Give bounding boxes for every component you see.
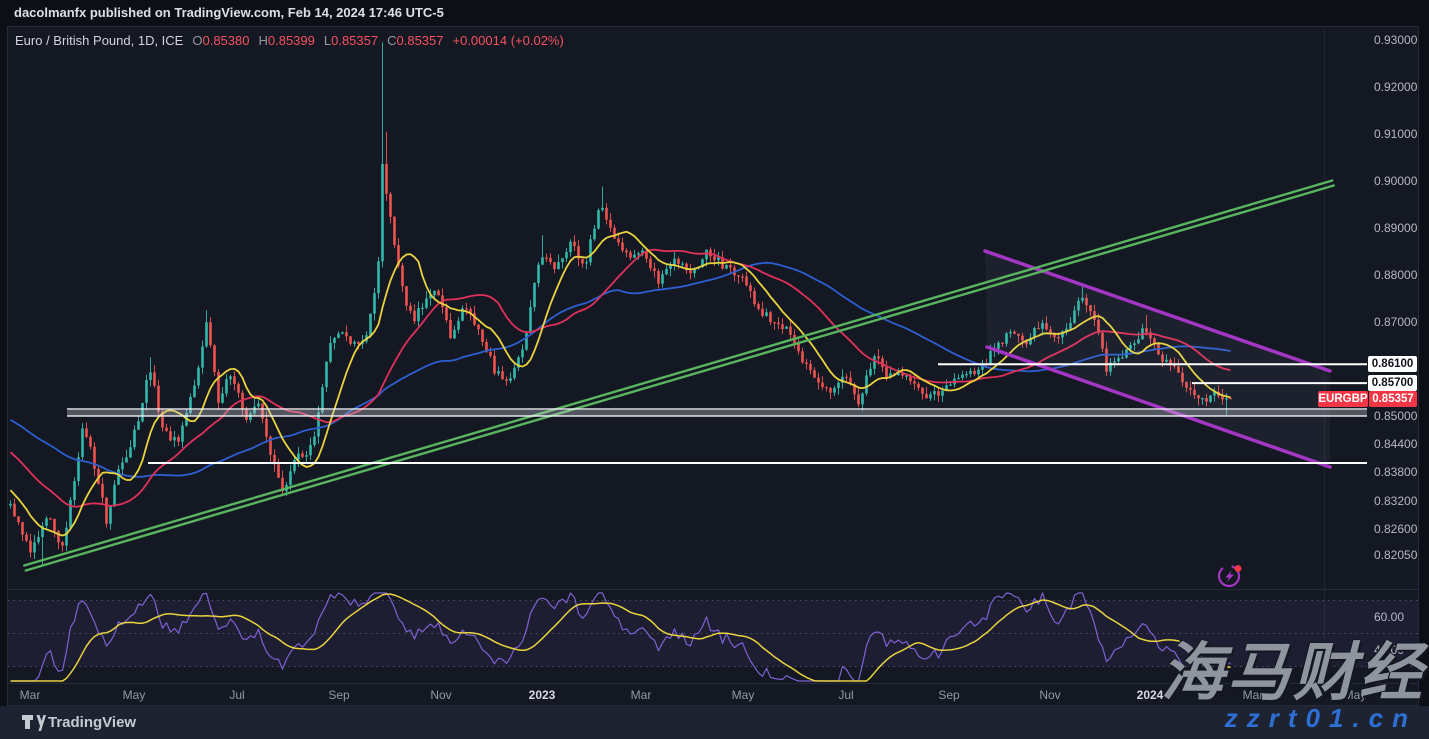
time-tick-label: Sep <box>328 688 349 702</box>
ohlc-label: C <box>387 33 396 48</box>
ohlc-label: H <box>258 33 267 48</box>
time-tick-label: Mar <box>631 688 652 702</box>
price-tick-label: 0.82600 <box>1374 522 1417 536</box>
time-tick-label: Mar <box>20 688 41 702</box>
ohlc-values: O0.85380H0.85399L0.85357C0.85357 <box>183 33 443 48</box>
time-tick-label: May <box>732 688 755 702</box>
price-tick-label: 0.82050 <box>1374 548 1417 562</box>
ohlc-value: 0.85357 <box>397 33 444 48</box>
time-tick-label: 2024 <box>1137 688 1164 702</box>
watermark-chinese: 海马财经 <box>1161 622 1425 713</box>
chart-legend: Euro / British Pound, 1D, ICEO0.85380H0.… <box>15 33 564 48</box>
time-tick-label: Jul <box>229 688 244 702</box>
price-tick-label: 0.88000 <box>1374 268 1417 282</box>
time-tick-label: Sep <box>938 688 959 702</box>
ohlc-value: 0.85380 <box>202 33 249 48</box>
price-tick-label: 0.90000 <box>1374 174 1417 188</box>
symbol-title: Euro / British Pound, 1D, ICE <box>15 33 183 48</box>
price-tick-label: 0.83200 <box>1374 494 1417 508</box>
watermark-url[interactable]: zzrt01.cn <box>1225 703 1417 734</box>
ohlc-label: O <box>192 33 202 48</box>
price-tick-label: 0.84400 <box>1374 437 1417 451</box>
time-tick-label: Jul <box>838 688 853 702</box>
time-tick-label: Nov <box>1039 688 1060 702</box>
time-tick-label: May <box>123 688 146 702</box>
price-tick-label: 0.85000 <box>1374 409 1417 423</box>
ohlc-value: 0.85357 <box>331 33 378 48</box>
time-tick-label: 2023 <box>529 688 556 702</box>
price-tick-label: 0.93000 <box>1374 33 1417 47</box>
tradingview-published-chart: dacolmanfx published on TradingView.com,… <box>0 0 1429 739</box>
time-tick-label: Nov <box>430 688 451 702</box>
price-tick-label: 0.87000 <box>1374 315 1417 329</box>
symbol-ticker-badge: EURGBP <box>1318 391 1368 407</box>
tradingview-brand[interactable]: TradingView <box>48 714 136 731</box>
last-price-badge: 0.85357 <box>1369 391 1417 407</box>
ohlc-value: 0.85399 <box>268 33 315 48</box>
change-value: +0.00014 (+0.02%) <box>453 33 564 48</box>
tradingview-logo-icon[interactable] <box>22 715 46 736</box>
price-tick-label: 0.92000 <box>1374 80 1417 94</box>
price-level-badge-2: 0.85700 <box>1368 375 1417 391</box>
price-tick-label: 0.91000 <box>1374 127 1417 141</box>
price-tick-label: 0.89000 <box>1374 221 1417 235</box>
flash-idea-icon[interactable] <box>1216 562 1244 590</box>
price-tick-label: 0.83800 <box>1374 465 1417 479</box>
price-level-badge-1: 0.86100 <box>1368 356 1417 372</box>
